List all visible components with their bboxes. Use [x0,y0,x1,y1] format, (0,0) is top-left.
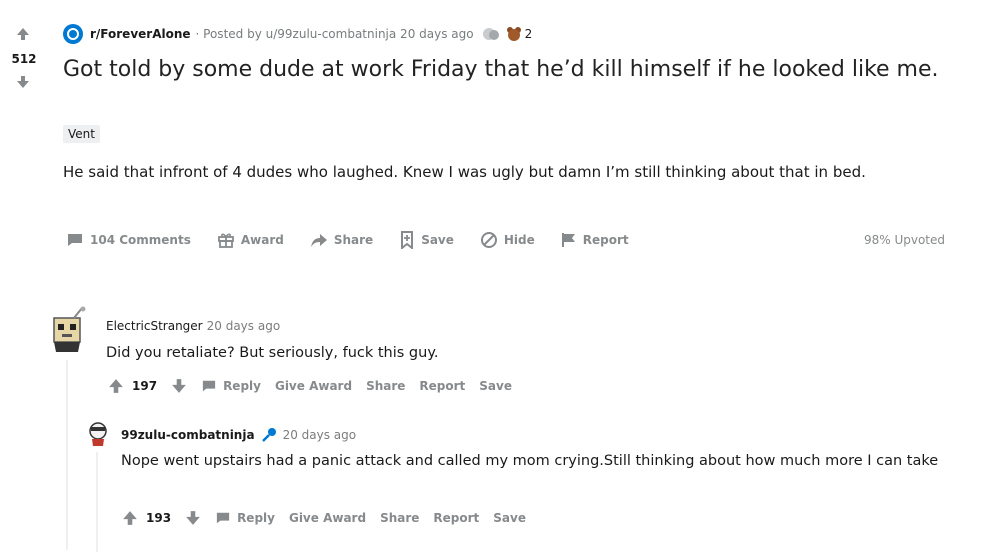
mic-icon [261,427,277,443]
comments-label: 104 Comments [90,233,191,247]
award-silver-icon[interactable] [482,26,500,42]
post-action-bar: 104 Comments Award Share Save Hide Repor… [66,230,655,250]
comment-1-header: ElectricStranger 20 days ago [106,319,280,333]
comment-icon [202,380,216,392]
avatar-electricstranger[interactable] [48,306,88,354]
downvote-arrow-icon[interactable] [185,510,201,526]
give-award-button[interactable]: Give Award [275,379,352,393]
comment-author[interactable]: ElectricStranger [106,319,203,333]
flag-icon [561,233,575,247]
comment-1-body: Did you retaliate? But seriously, fuck t… [106,345,439,361]
comment-2-header: 99zulu-combatninja 20 days ago [121,427,356,443]
upvote-ratio: 98% Upvoted [863,233,945,247]
report-label: Report [582,233,629,247]
reply-label: Reply [237,511,275,525]
comment-time[interactable]: 20 days ago [207,319,281,333]
comment-score: 197 [132,379,158,393]
share-button[interactable]: Share [380,511,419,525]
comment-time[interactable]: 20 days ago [283,428,357,442]
thread-line[interactable] [96,452,98,552]
post-body: He said that infront of 4 dudes who laug… [63,163,866,181]
downvote-arrow-icon[interactable] [13,72,33,92]
award-button[interactable]: Award [217,231,284,249]
subreddit-link[interactable]: r/ForeverAlone [90,27,191,41]
report-button[interactable]: Report [419,379,465,393]
comment-icon [68,234,82,246]
comments-button[interactable]: 104 Comments [66,232,191,248]
comment-2-body: Nope went upstairs had a panic attack an… [121,453,939,469]
thread-line[interactable] [66,360,68,550]
share-button[interactable]: Share [366,379,405,393]
share-button[interactable]: Share [310,232,373,248]
hide-icon [480,232,497,248]
post-meta: r/ForeverAlone · Posted by u/99zulu-comb… [63,24,532,44]
save-button[interactable]: Save [493,511,526,525]
gift-icon [217,233,234,248]
upvote-arrow-icon[interactable] [122,510,138,526]
save-label: Save [421,233,454,247]
upvote-arrow-icon[interactable] [108,378,124,394]
post-score: 512 [11,52,37,66]
post-flair[interactable]: Vent [63,125,100,143]
subreddit-icon[interactable] [63,24,83,44]
avatar-99zulu-combatninja[interactable] [86,421,110,447]
downvote-arrow-icon[interactable] [171,378,187,394]
report-button[interactable]: Report [433,511,479,525]
comment-author[interactable]: 99zulu-combatninja [121,428,255,442]
award-label: Award [240,233,284,247]
save-button[interactable]: Save [399,231,454,249]
share-label: Share [333,233,374,247]
comment-icon [216,512,230,524]
reply-button[interactable]: Reply [201,379,261,393]
posted-by[interactable]: · Posted by u/99zulu-combatninja 20 days… [196,27,474,41]
hide-label: Hide [503,233,535,247]
comment-score: 193 [146,511,172,525]
upvote-arrow-icon[interactable] [13,24,33,44]
post-title: Got told by some dude at work Friday tha… [63,57,939,82]
award-count: 2 [524,27,533,41]
give-award-button[interactable]: Give Award [289,511,366,525]
share-icon [310,234,327,247]
report-button[interactable]: Report [561,232,629,248]
comment-2-actions: 193 Reply Give Award Share Report Save [122,508,540,528]
reply-button[interactable]: Reply [215,511,275,525]
reply-label: Reply [223,379,261,393]
hide-button[interactable]: Hide [480,231,535,249]
award-bear-icon[interactable] [506,26,522,42]
save-button[interactable]: Save [479,379,512,393]
bookmark-icon [401,231,414,249]
comment-1-actions: 197 Reply Give Award Share Report Save [108,376,526,396]
